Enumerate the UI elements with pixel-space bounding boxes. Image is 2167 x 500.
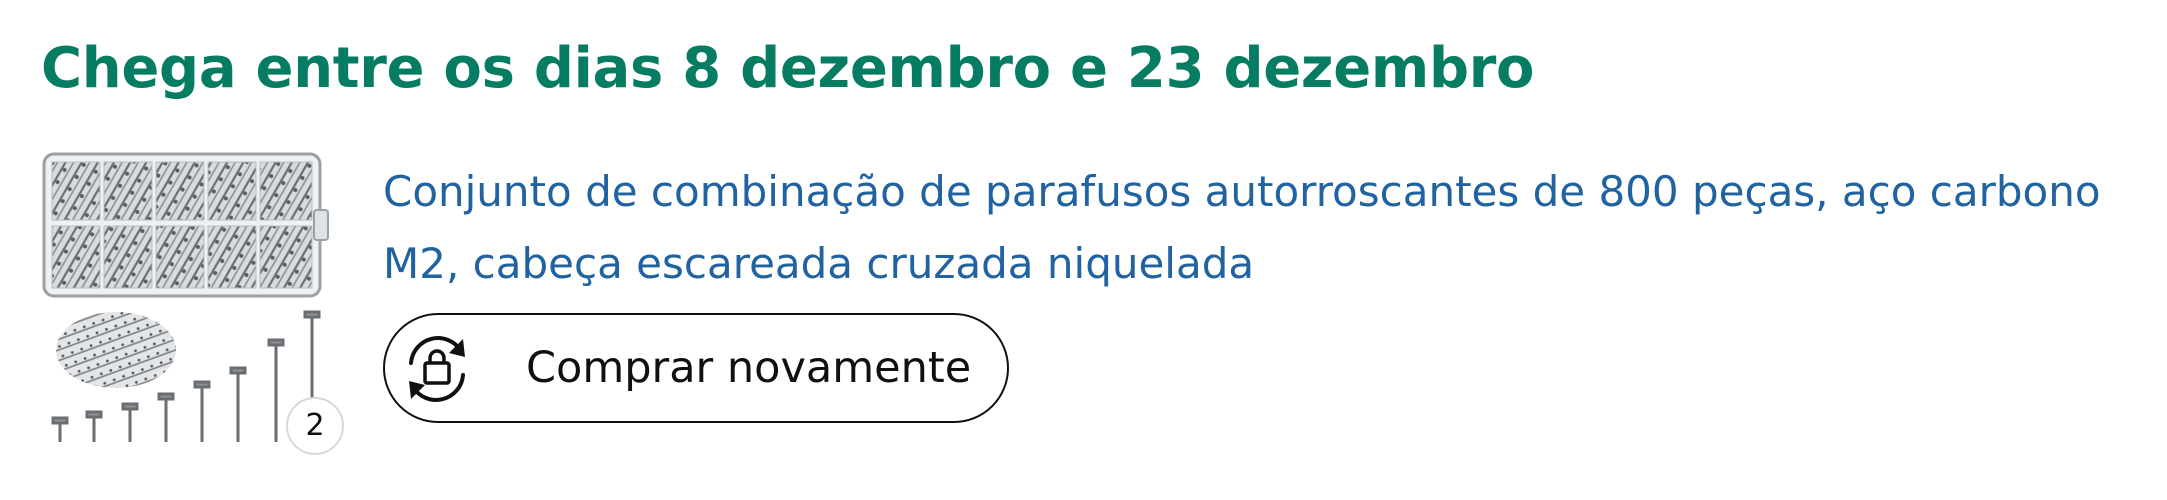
buy-again-label: Comprar novamente xyxy=(526,343,972,393)
buy-again-icon xyxy=(391,323,483,415)
quantity-badge: 2 xyxy=(286,397,344,455)
buy-again-button[interactable]: Comprar novamente xyxy=(383,313,1009,423)
delivery-date-heading: Chega entre os dias 8 dezembro e 23 deze… xyxy=(41,36,1535,101)
product-title-link[interactable]: Conjunto de combinação de parafusos auto… xyxy=(383,156,2153,300)
